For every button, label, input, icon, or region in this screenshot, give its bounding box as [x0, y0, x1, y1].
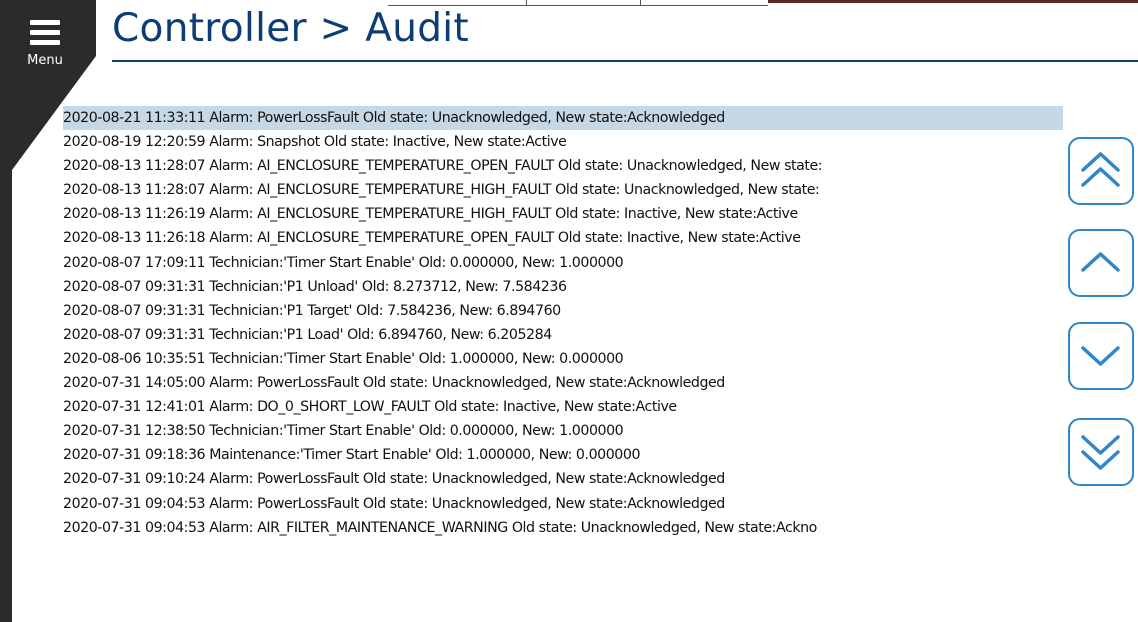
line-up-button[interactable] [1068, 229, 1134, 297]
audit-row-selected[interactable]: 2020-08-21 11:33:11 Alarm: PowerLossFaul… [63, 106, 1063, 131]
page-title: Controller > Audit [112, 6, 469, 51]
audit-row[interactable]: 2020-07-31 14:05:00 Alarm: PowerLossFaul… [63, 371, 1063, 395]
audit-row[interactable]: 2020-08-07 09:31:31 Technician:'P1 Unloa… [63, 275, 1063, 299]
audit-log-list[interactable]: 2020-08-21 11:33:11 Alarm: PowerLossFaul… [63, 106, 1063, 540]
title-divider [112, 60, 1138, 62]
audit-row[interactable]: 2020-08-13 11:28:07 Alarm: AI_ENCLOSURE_… [63, 178, 1063, 202]
audit-row[interactable]: 2020-08-06 10:35:51 Technician:'Timer St… [63, 347, 1063, 371]
audit-row[interactable]: 2020-07-31 12:38:50 Technician:'Timer St… [63, 419, 1063, 443]
double-chevron-down-icon [1081, 435, 1120, 470]
hamburger-icon [30, 20, 60, 50]
line-down-button[interactable] [1068, 322, 1134, 390]
audit-row[interactable]: 2020-08-19 12:20:59 Alarm: Snapshot Old … [63, 130, 1063, 154]
double-chevron-up-icon [1081, 152, 1120, 187]
menu-label: Menu [27, 53, 63, 68]
audit-row[interactable]: 2020-08-13 11:28:07 Alarm: AI_ENCLOSURE_… [63, 154, 1063, 178]
audit-row[interactable]: 2020-07-31 09:04:53 Alarm: AIR_FILTER_MA… [63, 516, 1063, 540]
audit-row[interactable]: 2020-07-31 09:04:53 Alarm: PowerLossFaul… [63, 492, 1063, 516]
audit-row[interactable]: 2020-08-07 09:31:31 Technician:'P1 Load'… [63, 323, 1063, 347]
audit-row[interactable]: 2020-08-07 09:31:31 Technician:'P1 Targe… [63, 299, 1063, 323]
page-down-button[interactable] [1068, 418, 1134, 486]
chevron-up-icon [1081, 252, 1120, 272]
menu-button[interactable]: Menu [18, 16, 72, 76]
audit-row[interactable]: 2020-07-31 12:41:01 Alarm: DO_0_SHORT_LO… [63, 395, 1063, 419]
page-up-button[interactable] [1068, 137, 1134, 205]
audit-row[interactable]: 2020-08-07 17:09:11 Technician:'Timer St… [63, 251, 1063, 275]
chevron-down-icon [1081, 346, 1120, 366]
audit-row[interactable]: 2020-08-13 11:26:18 Alarm: AI_ENCLOSURE_… [63, 226, 1063, 250]
top-accent-bar [768, 0, 1138, 3]
audit-row[interactable]: 2020-08-13 11:26:19 Alarm: AI_ENCLOSURE_… [63, 202, 1063, 226]
audit-row[interactable]: 2020-07-31 09:10:24 Alarm: PowerLossFaul… [63, 467, 1063, 491]
audit-row[interactable]: 2020-07-31 09:18:36 Maintenance:'Timer S… [63, 443, 1063, 467]
